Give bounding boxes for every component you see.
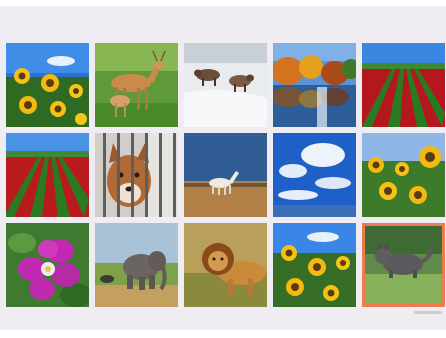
- photo-tile-sunflowers[interactable]: [6, 43, 89, 127]
- photo-tile-deer[interactable]: [95, 43, 178, 127]
- photo-tile-tulip-field[interactable]: [6, 133, 89, 217]
- photo-grid: [6, 43, 445, 307]
- sunflowers-photo: [273, 223, 356, 307]
- photo-tile-sunflowers[interactable]: [273, 223, 356, 307]
- photo-tile-lion[interactable]: [184, 223, 267, 307]
- photo-tile-blue-sky-clouds[interactable]: [273, 133, 356, 217]
- photo-tile-pink-flower[interactable]: [6, 223, 89, 307]
- photo-tile-cat-on-grass[interactable]: [362, 223, 445, 307]
- elephant-photo: [95, 223, 178, 307]
- photo-tile-autumn-lake[interactable]: [273, 43, 356, 127]
- pink-flower-photo: [6, 223, 89, 307]
- photo-tile-elephant[interactable]: [95, 223, 178, 307]
- tulip-field-photo: [6, 133, 89, 217]
- sunflowers-photo: [6, 43, 89, 127]
- photo-tile-white-horse[interactable]: [184, 133, 267, 217]
- photo-tile-sunflowers[interactable]: [362, 133, 445, 217]
- blue-sky-clouds-photo: [273, 133, 356, 217]
- photo-gallery-screen: [0, 0, 446, 338]
- sunflowers-photo: [362, 133, 445, 217]
- deer-photo: [95, 43, 178, 127]
- scroll-indicator[interactable]: [414, 311, 442, 314]
- autumn-lake-photo: [273, 43, 356, 127]
- bottom-bar: [0, 330, 446, 338]
- lion-photo: [184, 223, 267, 307]
- photo-tile-wolf-behind-bars[interactable]: [95, 133, 178, 217]
- photo-tile-tulip-field[interactable]: [362, 43, 445, 127]
- wolves-in-snow-photo: [184, 43, 267, 127]
- photo-tile-wolves-in-snow[interactable]: [184, 43, 267, 127]
- white-horse-photo: [184, 133, 267, 217]
- tulip-field-photo: [362, 43, 445, 127]
- top-bar: [0, 0, 446, 6]
- cat-on-grass-photo: [365, 226, 442, 304]
- wolf-behind-bars-photo: [95, 133, 178, 217]
